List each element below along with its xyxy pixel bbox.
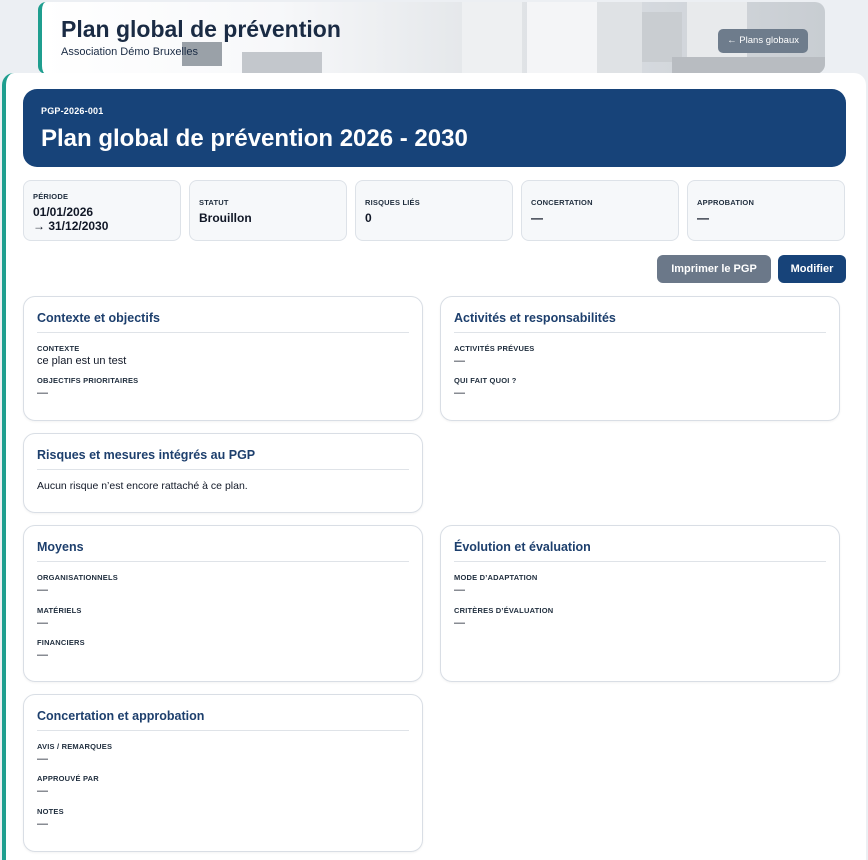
field-value: — [37, 785, 48, 797]
field-label: CRITÈRES D’ÉVALUATION [454, 606, 554, 615]
field-label: FINANCIERS [37, 638, 85, 647]
stat-label: Approbation [697, 198, 755, 207]
stat-label: Période [33, 192, 69, 201]
stat-risks: Risques liés 0 [355, 180, 513, 241]
field-label: OBJECTIFS PRIORITAIRES [37, 376, 139, 385]
field-value: — [454, 387, 465, 399]
card-concertation: Concertation et approbation AVIS / REMAR… [23, 694, 423, 852]
field-value: — [37, 584, 48, 596]
card-means: Moyens ORGANISATIONNELS — MATÉRIELS — FI… [23, 525, 423, 682]
stat-label: Concertation [531, 198, 593, 207]
field-value: — [454, 584, 465, 596]
field-label: AVIS / REMARQUES [37, 742, 113, 751]
status-value: Brouillon [199, 211, 252, 225]
field-label: MATÉRIELS [37, 606, 82, 615]
stat-approval: Approbation — [687, 180, 845, 241]
field-label: QUI FAIT QUOI ? [454, 376, 517, 385]
period-start: 01/01/2026 [33, 205, 94, 219]
card-title: Évolution et évaluation [454, 540, 826, 562]
stat-period: Période 01/01/2026 → 31/12/2030 [23, 180, 181, 241]
stat-label: Statut [199, 198, 229, 207]
consultation-value: — [531, 211, 543, 225]
empty-state-text: Aucun risque n’est encore rattaché à ce … [37, 480, 248, 492]
page-title: Plan global de prévention [61, 16, 341, 42]
page-header: Plan global de prévention Association Dé… [38, 2, 825, 74]
card-title: Contexte et objectifs [37, 311, 409, 333]
back-to-plans-button[interactable]: ← Plans globaux [718, 29, 808, 53]
field-label: ACTIVITÉS PRÉVUES [454, 344, 535, 353]
plan-hero: PGP-2026-001 Plan global de prévention 2… [23, 89, 846, 167]
card-context: Contexte et objectifs CONTEXTE ce plan e… [23, 296, 423, 421]
card-title: Moyens [37, 540, 409, 562]
field-value: ce plan est un test [37, 355, 127, 367]
approval-value: — [697, 211, 709, 225]
field-value: — [37, 617, 48, 629]
organization-name: Association Démo Bruxelles [61, 46, 198, 58]
field-value: — [454, 355, 465, 367]
field-value: — [37, 818, 48, 830]
card-title: Risques et mesures intégrés au PGP [37, 448, 409, 470]
card-title: Concertation et approbation [37, 709, 409, 731]
print-pgp-button[interactable]: Imprimer le PGP [657, 255, 771, 283]
period-end: → 31/12/2030 [33, 219, 109, 233]
card-evolution: Évolution et évaluation MODE D’ADAPTATIO… [440, 525, 840, 682]
plan-code: PGP-2026-001 [41, 106, 104, 116]
field-label: MODE D’ADAPTATION [454, 573, 538, 582]
stat-status: Statut Brouillon [189, 180, 347, 241]
plan-title: Plan global de prévention 2026 - 2030 [41, 125, 468, 152]
field-label: NOTES [37, 807, 64, 816]
field-label: APPROUVÉ PAR [37, 774, 99, 783]
risks-count: 0 [365, 211, 372, 225]
card-activities: Activités et responsabilités ACTIVITÉS P… [440, 296, 840, 421]
field-value: — [37, 753, 48, 765]
card-title: Activités et responsabilités [454, 311, 826, 333]
stat-consultation: Concertation — [521, 180, 679, 241]
card-risks: Risques et mesures intégrés au PGP Aucun… [23, 433, 423, 513]
field-value: — [454, 617, 465, 629]
field-label: CONTEXTE [37, 344, 80, 353]
field-value: — [37, 387, 48, 399]
edit-button[interactable]: Modifier [778, 255, 846, 283]
field-value: — [37, 649, 48, 661]
field-label: ORGANISATIONNELS [37, 573, 118, 582]
stat-label: Risques liés [365, 198, 420, 207]
